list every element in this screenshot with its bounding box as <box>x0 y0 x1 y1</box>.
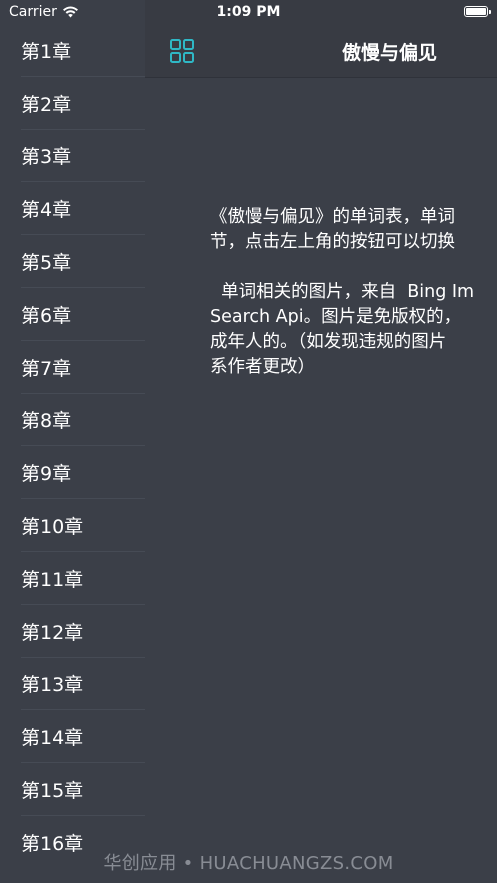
main-content: 傲慢与偏见 《傲慢与偏见》的单词表，单词 节，点击左上角的按钮可以切换 单词相关… <box>145 0 497 883</box>
intro-paragraph-1: 《傲慢与偏见》的单词表，单词 节，点击左上角的按钮可以切换 <box>210 207 455 252</box>
chapter-item-5[interactable]: 第5章 <box>0 235 145 288</box>
chapter-menu-button[interactable] <box>169 38 195 64</box>
battery-icon <box>464 6 491 17</box>
chapter-list: 第1章 第2章 第3章 第4章 第5章 第6章 第7章 第8章 第9章 第10章… <box>0 24 145 869</box>
chapter-sidebar: 第1章 第2章 第3章 第4章 第5章 第6章 第7章 第8章 第9章 第10章… <box>0 0 145 883</box>
intro-paragraph-2: 单词相关的图片，来自 Bing Im Search Api。图片是免版权的， 成… <box>210 282 475 377</box>
grid-icon <box>170 39 194 63</box>
chapter-item-15[interactable]: 第15章 <box>0 763 145 816</box>
page-title: 傲慢与偏见 <box>342 42 438 64</box>
intro-text: 《傲慢与偏见》的单词表，单词 节，点击左上角的按钮可以切换 单词相关的图片，来自… <box>210 205 497 380</box>
chapter-item-13[interactable]: 第13章 <box>0 658 145 711</box>
chapter-item-4[interactable]: 第4章 <box>0 182 145 235</box>
chapter-item-9[interactable]: 第9章 <box>0 446 145 499</box>
chapter-item-2[interactable]: 第2章 <box>0 77 145 130</box>
chapter-item-3[interactable]: 第3章 <box>0 130 145 183</box>
chapter-item-12[interactable]: 第12章 <box>0 605 145 658</box>
chapter-item-6[interactable]: 第6章 <box>0 288 145 341</box>
chapter-item-7[interactable]: 第7章 <box>0 341 145 394</box>
chapter-item-14[interactable]: 第14章 <box>0 710 145 763</box>
chapter-item-10[interactable]: 第10章 <box>0 499 145 552</box>
watermark: 华创应用 • HUACHUANGZS.COM <box>103 853 394 874</box>
status-bar: Carrier 1:09 PM <box>0 0 497 26</box>
status-time: 1:09 PM <box>216 4 281 20</box>
app-screen: Carrier 1:09 PM 第1章 第2章 第3章 第4章 第5章 第6章 … <box>0 0 497 883</box>
chapter-item-11[interactable]: 第11章 <box>0 552 145 605</box>
chapter-item-8[interactable]: 第8章 <box>0 394 145 447</box>
chapter-item-1[interactable]: 第1章 <box>0 24 145 77</box>
